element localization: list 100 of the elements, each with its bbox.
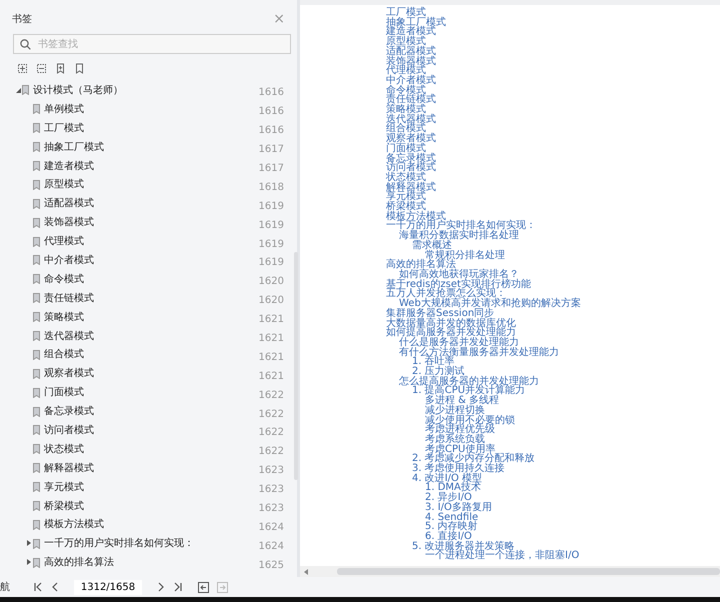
toc-link[interactable]: 门面模式 xyxy=(386,144,720,154)
bookmark-item[interactable]: 享元模式 xyxy=(44,480,84,495)
bookmark-item[interactable]: 适配器模式 xyxy=(44,196,94,212)
toc-link[interactable]: 考虑系统负载 xyxy=(386,434,720,445)
toc-link[interactable]: 备忘录模式 xyxy=(386,154,720,164)
back-icon xyxy=(198,582,209,592)
toc-link[interactable]: 访问者模式 xyxy=(386,163,720,173)
forward-icon xyxy=(217,582,228,592)
toc-link[interactable]: 6. 直接I/O xyxy=(386,532,720,542)
toc-link[interactable]: 代理模式 xyxy=(386,66,720,76)
bookmark-item[interactable]: 迭代器模式 xyxy=(44,328,94,344)
bookmark-item[interactable]: 责任链模式 xyxy=(44,290,94,306)
collapse-all-button[interactable] xyxy=(36,62,47,74)
toc-link[interactable]: 3. I/O多路复用 xyxy=(386,502,720,513)
bookmark-icon xyxy=(33,444,40,454)
bookmark-item[interactable]: 备忘录模式 xyxy=(44,404,94,420)
toc-link[interactable]: 如何高效地获得玩家排名？ xyxy=(386,270,720,280)
toc-link[interactable]: 装饰器模式 xyxy=(386,56,720,66)
chevron-left-icon xyxy=(51,582,60,592)
toc-link[interactable]: 怎么提高服务器的并发处理能力 xyxy=(386,376,720,386)
bookmark-icon xyxy=(33,161,40,171)
expand-toggle[interactable] xyxy=(25,540,33,548)
bookmark-icon xyxy=(33,104,40,114)
add-bookmark-button[interactable] xyxy=(55,62,66,74)
scrollbar-thumb[interactable] xyxy=(337,568,720,575)
bookmark-item[interactable]: 工厂模式 xyxy=(44,120,84,136)
bookmark-item[interactable]: 中介者模式 xyxy=(44,252,94,268)
bookmark-item[interactable]: 原型模式 xyxy=(44,177,84,192)
toc-link[interactable]: 2. 压力测试 xyxy=(386,367,720,377)
toc-link[interactable]: 4. 改进I/O 模型 xyxy=(386,474,720,484)
toc-link[interactable]: 观察者模式 xyxy=(386,134,720,144)
page-number: 1621 xyxy=(258,350,284,365)
toc-link[interactable]: 迭代器模式 xyxy=(386,114,720,124)
toc-link[interactable]: 考虑进程优先级 xyxy=(386,425,720,435)
bookmark-item[interactable]: 建造者模式 xyxy=(44,158,94,174)
bookmark-item[interactable]: 模板方法模式 xyxy=(44,517,104,532)
toc-link[interactable]: 一个进程处理一个连接，非阻塞I/O xyxy=(386,551,720,562)
bookmark-item[interactable]: 高效的排名算法 xyxy=(44,555,114,570)
bookmark-item[interactable]: 代理模式 xyxy=(44,234,84,250)
search-field[interactable]: 书签查找 xyxy=(13,34,291,54)
bookmark-item[interactable]: 访问者模式 xyxy=(44,422,94,438)
toc-link[interactable]: 5. 内存映射 xyxy=(386,522,720,532)
toc-link[interactable]: 海量积分数据实时排名处理 xyxy=(386,231,720,241)
toc-link[interactable]: 中介者模式 xyxy=(386,76,720,86)
bookmark-item[interactable]: 门面模式 xyxy=(44,385,84,400)
bookmark-item[interactable]: 桥梁模式 xyxy=(44,498,84,514)
toc-link[interactable]: 抽象工厂模式 xyxy=(386,18,720,28)
bookmark-item[interactable]: 装饰器模式 xyxy=(44,215,94,230)
page-number: 1622 xyxy=(258,388,284,403)
page-number: 1621 xyxy=(258,313,284,328)
bookmark-icon xyxy=(33,538,40,549)
bookmark-item[interactable]: 抽象工厂模式 xyxy=(44,140,104,155)
bookmark-icon xyxy=(33,350,40,360)
expand-toggle[interactable] xyxy=(25,559,33,566)
toc-link[interactable]: 多进程 & 多线程 xyxy=(386,396,720,406)
toc-link[interactable]: Web大规模高并发请求和抢购的解决方案 xyxy=(386,299,720,309)
toc-link[interactable]: 什么是服务器并发处理能力 xyxy=(386,338,720,348)
toc-link[interactable]: 集群服务器Session同步 xyxy=(386,308,720,318)
toc-link[interactable]: 高效的排名算法 xyxy=(386,260,720,270)
toc-link[interactable]: 如何提高服务器并发处理能力 xyxy=(386,328,720,338)
toc-link[interactable]: 2. 异步I/O xyxy=(386,493,720,503)
toc-link[interactable]: 需求概述 xyxy=(386,240,720,251)
collapse-toggle[interactable] xyxy=(14,86,22,94)
page-number: 1619 xyxy=(258,218,284,233)
page-number: 1623 xyxy=(258,502,284,516)
bookmark-icon xyxy=(33,520,40,530)
scroll-left-icon[interactable] xyxy=(304,568,309,574)
bookmark-icon xyxy=(22,85,29,96)
page-number: 1623 xyxy=(258,483,284,498)
page-number: 1621 xyxy=(258,332,284,346)
toc-link[interactable]: 策略模式 xyxy=(386,105,720,115)
expand-all-button[interactable] xyxy=(17,62,28,74)
bookmark-icon xyxy=(33,388,40,398)
bookmark-item[interactable]: 观察者模式 xyxy=(44,366,94,382)
bookmark-item[interactable]: 单例模式 xyxy=(44,102,84,117)
page-number-field[interactable]: 1312/1658 xyxy=(74,580,142,594)
page-number: 1617 xyxy=(258,162,284,176)
bookmark-icon xyxy=(33,123,40,134)
toc-link[interactable]: 原型模式 xyxy=(386,37,720,47)
bookmark-item[interactable]: 一千万的用户实时排名如何实现： xyxy=(44,536,194,552)
toc-link[interactable]: 适配器模式 xyxy=(386,46,720,57)
toc-link[interactable]: 减少进程切换 xyxy=(386,406,720,416)
toc-link[interactable]: 状态模式 xyxy=(386,172,720,183)
toc-link[interactable]: 桥梁模式 xyxy=(386,202,720,212)
bookmark-item[interactable]: 设计模式（马老师） xyxy=(33,82,123,98)
bookmark-item[interactable]: 状态模式 xyxy=(44,442,84,457)
bookmark-item[interactable]: 命令模式 xyxy=(44,272,84,287)
toc-link[interactable]: 工厂模式 xyxy=(386,8,720,18)
page-number: 1619 xyxy=(258,256,284,270)
toc-link[interactable]: 解释器模式 xyxy=(386,182,720,192)
page-number: 1617 xyxy=(258,143,284,158)
bookmark-button[interactable] xyxy=(74,62,85,74)
bookmark-item[interactable]: 组合模式 xyxy=(44,347,84,362)
bookmark-item[interactable]: 解释器模式 xyxy=(44,460,94,476)
toc-link[interactable]: 3. 考虑使用持久连接 xyxy=(386,464,720,474)
toc-link[interactable]: 大数据量高并发的数据库优化 xyxy=(386,318,720,328)
toc-link[interactable]: 1. DMA技术 xyxy=(386,483,720,494)
toc-link[interactable]: 有什么方法衡量服务器并发处理能力 xyxy=(386,348,720,358)
bookmark-item[interactable]: 策略模式 xyxy=(44,310,84,325)
toc-link[interactable]: 减少使用不必要的锁 xyxy=(386,416,720,426)
